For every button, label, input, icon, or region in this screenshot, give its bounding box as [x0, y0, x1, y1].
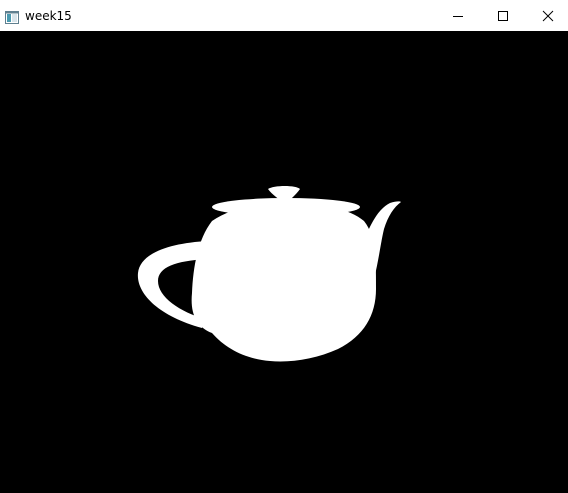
minimize-button[interactable] — [435, 0, 481, 31]
close-button[interactable] — [525, 0, 568, 31]
maximize-icon — [498, 10, 508, 21]
app-window: week15 — [0, 0, 568, 493]
title-bar[interactable]: week15 — [0, 0, 568, 31]
maximize-button[interactable] — [480, 0, 526, 31]
close-icon — [542, 10, 554, 21]
teapot-body — [191, 203, 376, 362]
window-title: week15 — [25, 9, 72, 23]
minimize-icon — [453, 15, 463, 17]
app-window-icon — [5, 9, 19, 24]
render-viewport[interactable] — [0, 31, 568, 493]
